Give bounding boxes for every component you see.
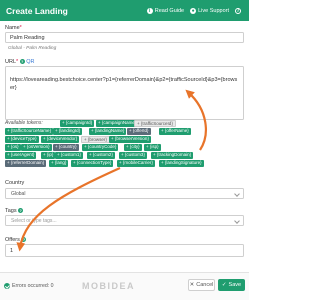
- token-chip[interactable]: + {city}: [124, 144, 142, 151]
- cancel-button[interactable]: ✕ Cancel: [188, 279, 215, 291]
- token-chip[interactable]: + {lang}: [49, 160, 69, 167]
- token-chip[interactable]: + {os}: [5, 144, 21, 151]
- token-chip[interactable]: + {offerName}: [159, 128, 191, 135]
- check-icon: [4, 283, 10, 289]
- token-chip[interactable]: + {custom2}: [87, 152, 115, 159]
- brand-logo: MOBIDEA: [82, 281, 135, 291]
- token-chip[interactable]: + {connectionType}: [71, 160, 114, 167]
- status-indicator: Errors occurred: 0: [4, 283, 54, 289]
- dialog-footer: Errors occurred: 0 MOBIDEA ✕ Cancel ✓ Sa…: [0, 272, 249, 300]
- token-chip[interactable]: + {userAgent}: [5, 152, 37, 159]
- token-chip[interactable]: + {isp}: [144, 144, 161, 151]
- token-chip[interactable]: + {countryCode}: [82, 144, 119, 151]
- info-icon: i: [146, 7, 153, 14]
- check-icon: ✓: [221, 282, 227, 288]
- support-icon: ●: [190, 7, 197, 14]
- help-button[interactable]: ?: [235, 7, 243, 14]
- close-icon: ✕: [189, 282, 195, 288]
- dialog-title: Create Landing: [6, 5, 68, 16]
- token-chip[interactable]: + {deviceType}: [5, 136, 39, 143]
- name-hint: Global - Palm Reading: [8, 46, 57, 51]
- url-label: URL* ? QR: [5, 59, 35, 65]
- token-chip[interactable]: + {ip}: [41, 152, 56, 159]
- offers-label: Offers ?: [5, 237, 27, 243]
- token-chip[interactable]: + {trackingDomain}: [151, 152, 194, 159]
- name-input[interactable]: Palm Reading: [5, 32, 244, 43]
- token-chip[interactable]: + {trafficSourceName}: [5, 128, 54, 135]
- tags-label: Tags ?: [5, 208, 24, 214]
- tags-select[interactable]: Select or type tags...: [5, 215, 244, 226]
- tags-help-icon[interactable]: ?: [18, 208, 24, 213]
- token-chip[interactable]: + {browser}: [81, 136, 110, 143]
- name-label: Name*: [5, 25, 22, 31]
- token-chip[interactable]: + {mobileCarrier}: [117, 160, 155, 167]
- country-label: Country: [5, 180, 25, 186]
- token-chip[interactable]: + {campaignId}: [60, 120, 95, 127]
- token-chip[interactable]: + {landingSignature}: [159, 160, 204, 167]
- url-help-icon[interactable]: ?: [19, 59, 25, 64]
- tokens-list: + {campaignId} + {campaignName} + {traffic…: [5, 119, 244, 175]
- question-icon: ?: [235, 7, 241, 14]
- token-chip[interactable]: + {custom1}: [55, 152, 83, 159]
- offers-input[interactable]: 1: [5, 244, 244, 257]
- token-chip[interactable]: + {landingId}: [53, 128, 83, 135]
- url-textarea[interactable]: https://loveareading.bestchoice.center?p…: [5, 66, 244, 120]
- token-chip[interactable]: + {custom3}: [119, 152, 147, 159]
- chevron-down-icon: [234, 218, 240, 224]
- token-chip[interactable]: + {offerId}: [127, 128, 151, 135]
- token-chip[interactable]: + {trafficSourceId}: [134, 120, 176, 127]
- token-chip[interactable]: + {osVersion}: [21, 144, 52, 151]
- save-button[interactable]: ✓ Save: [218, 279, 245, 291]
- token-chip[interactable]: + {country}: [53, 144, 79, 151]
- live-support-button[interactable]: ● Live Support: [190, 7, 229, 14]
- token-chip[interactable]: + {browserVersion}: [109, 136, 151, 143]
- token-chip[interactable]: + {landingName}: [89, 128, 127, 135]
- token-chip[interactable]: + {referrerDomain}: [5, 160, 47, 167]
- offers-help-icon[interactable]: ?: [21, 237, 27, 242]
- token-chip[interactable]: + {campaignName}: [96, 120, 139, 127]
- qr-link[interactable]: QR: [26, 59, 34, 65]
- token-chip[interactable]: + {deviceVendor}: [41, 136, 80, 143]
- read-guide-button[interactable]: i Read Guide: [146, 7, 184, 14]
- dialog-header: Create Landing i Read Guide ● Live Suppo…: [0, 0, 249, 21]
- arrow-to-offers: [16, 166, 121, 252]
- country-select[interactable]: Global: [5, 188, 244, 199]
- chevron-down-icon: [234, 191, 240, 197]
